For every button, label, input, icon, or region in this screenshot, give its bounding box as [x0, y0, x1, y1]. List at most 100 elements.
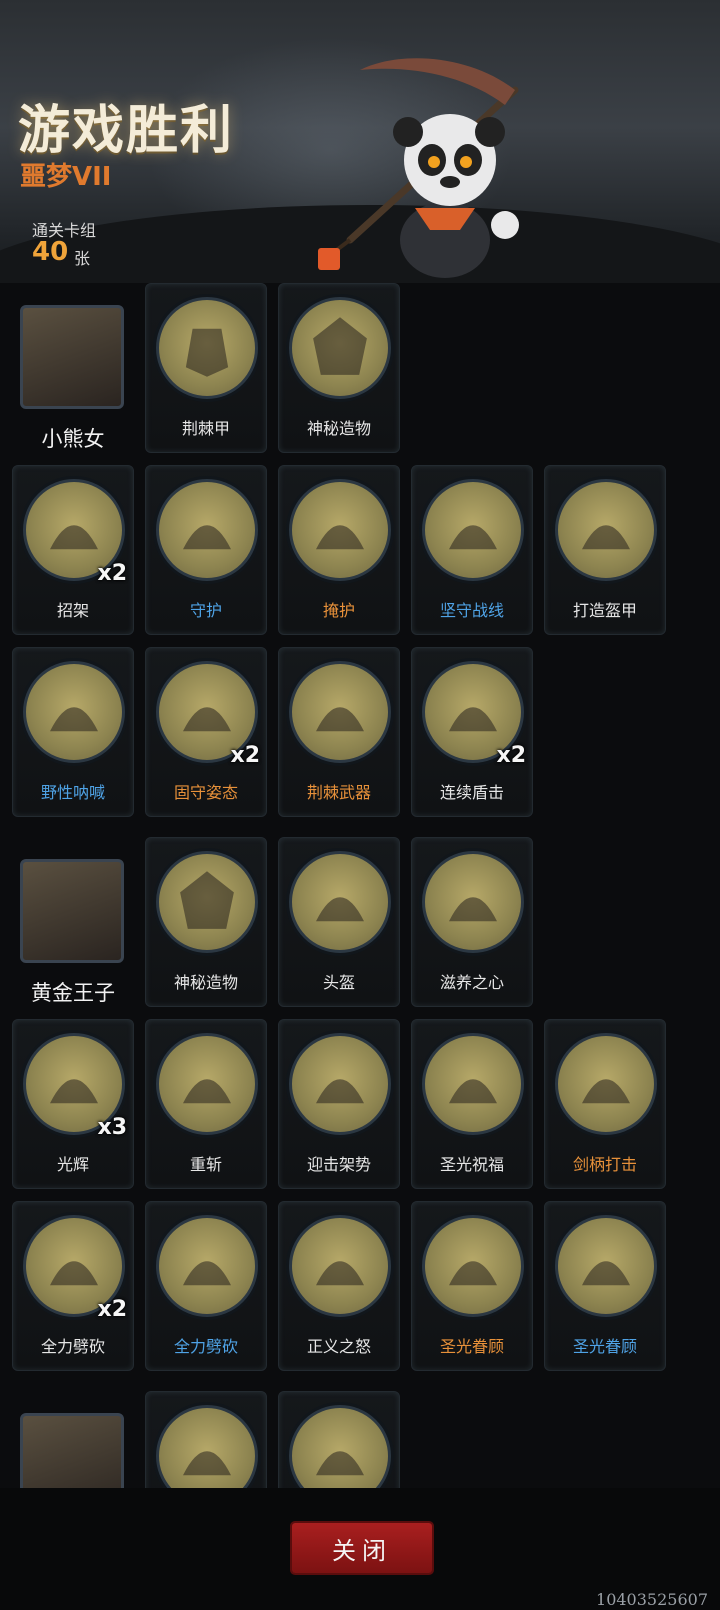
victory-banner: 游戏胜利 噩梦VII 通关卡组 40 张 — [0, 0, 720, 283]
card-name: 固守姿态 — [173, 783, 238, 802]
card-row: 野性呐喊 x2 固守姿态 荆棘武器 x2 连续盾击 — [0, 647, 720, 817]
card-tile[interactable]: 神秘造物 — [145, 837, 267, 1007]
character-tile[interactable] — [12, 1391, 134, 1488]
card-name: 圣光祝福 — [439, 1155, 504, 1174]
heavy-slash-icon — [156, 1033, 258, 1135]
card-tile[interactable]: 打造盔甲 — [544, 465, 666, 635]
deck-count: 40 — [32, 237, 69, 267]
character-name: 黄金王子 — [31, 981, 115, 1005]
character-tile[interactable]: 黄金王子 — [12, 837, 134, 1007]
card-name: 荆棘甲 — [181, 419, 230, 438]
holy-favor-icon — [422, 1215, 524, 1317]
game-id-text: 10403525607 — [596, 1590, 708, 1609]
mystic-artifact-icon — [156, 851, 258, 953]
nurturing-heart-icon — [422, 851, 524, 953]
purple-artifact-icon — [156, 1405, 258, 1488]
card-count-badge: x2 — [97, 1297, 128, 1322]
card-tile[interactable]: 重斩 — [145, 1019, 267, 1189]
victory-title: 游戏胜利 — [18, 101, 235, 161]
card-name: 头盔 — [322, 973, 355, 992]
forge-armor-icon — [555, 479, 657, 581]
card-tile[interactable]: 荆棘武器 — [278, 647, 400, 817]
card-name: 荆棘武器 — [306, 783, 371, 802]
footer-bar: 关闭 10403525607 — [0, 1488, 720, 1610]
card-tile[interactable]: 头盔 — [278, 837, 400, 1007]
card-name: 迎击架势 — [306, 1155, 371, 1174]
deck-card-list[interactable]: 小熊女 荆棘甲 神秘造物 x2 招架 守护 掩护 坚守战线 打造盔甲 野性呐喊 x2 固守姿态 荆棘武器… — [0, 283, 720, 1488]
card-name: 剑柄打击 — [572, 1155, 637, 1174]
card-tile[interactable]: 迎击架势 — [278, 1019, 400, 1189]
card-name: 神秘造物 — [173, 973, 238, 992]
card-name: 神秘造物 — [306, 419, 371, 438]
thorn-weapon-icon — [289, 661, 391, 763]
card-tile[interactable]: 圣光眷顾 — [544, 1201, 666, 1371]
hooded-armor-icon — [156, 297, 258, 399]
card-name: 光辉 — [56, 1155, 89, 1174]
card-tile[interactable]: x2 招架 — [12, 465, 134, 635]
card-tile[interactable]: 神秘造物 — [278, 283, 400, 453]
card-name: 圣光眷顾 — [439, 1337, 504, 1356]
full-cleave-icon — [156, 1215, 258, 1317]
card-tile[interactable]: x2 全力劈砍 — [12, 1201, 134, 1371]
card-row: x3 光辉 重斩 迎击架势 圣光祝福 剑柄打击 — [0, 1019, 720, 1189]
card-tile[interactable]: x3 光辉 — [12, 1019, 134, 1189]
card-tile[interactable]: 圣光祝福 — [411, 1019, 533, 1189]
card-row — [0, 1391, 720, 1488]
card-name: 坚守战线 — [439, 601, 504, 620]
golden-prince-portrait — [20, 859, 124, 963]
card-row: 小熊女 荆棘甲 神秘造物 — [0, 283, 720, 453]
card-tile[interactable]: 正义之怒 — [278, 1201, 400, 1371]
bear-girl-portrait — [20, 305, 124, 409]
difficulty-label: 噩梦VII — [20, 162, 112, 192]
card-tile[interactable]: 坚守战线 — [411, 465, 533, 635]
bear-shield-icon — [156, 479, 258, 581]
card-tile[interactable]: 掩护 — [278, 465, 400, 635]
card-name: 全力劈砍 — [173, 1337, 238, 1356]
card-count-badge: x2 — [230, 743, 261, 768]
character-tile[interactable]: 小熊女 — [12, 283, 134, 453]
card-name: 全力劈砍 — [40, 1337, 105, 1356]
counter-stance-icon — [289, 1033, 391, 1135]
card-count-badge: x3 — [97, 1115, 128, 1140]
card-row: 黄金王子 神秘造物 头盔 滋养之心 — [0, 837, 720, 1007]
card-tile[interactable]: 圣光眷顾 — [411, 1201, 533, 1371]
card-tile[interactable]: 滋养之心 — [411, 837, 533, 1007]
card-name: 野性呐喊 — [40, 783, 105, 802]
card-name: 滋养之心 — [439, 973, 504, 992]
hilt-strike-icon — [555, 1033, 657, 1135]
card-name: 掩护 — [322, 601, 355, 620]
card-tile[interactable]: 剑柄打击 — [544, 1019, 666, 1189]
card-tile[interactable]: x2 固守姿态 — [145, 647, 267, 817]
card-row: x2 招架 守护 掩护 坚守战线 打造盔甲 — [0, 465, 720, 635]
card-row: x2 全力劈砍 全力劈砍 正义之怒 圣光眷顾 圣光眷顾 — [0, 1201, 720, 1371]
wild-roar-icon — [23, 661, 125, 763]
card-count-badge: x2 — [97, 561, 128, 586]
pink-hair-portrait — [20, 1413, 124, 1488]
panda-reaper-mascot-icon — [318, 58, 519, 278]
holy-favor-icon — [555, 1215, 657, 1317]
card-name: 重斩 — [189, 1155, 222, 1174]
card-tile[interactable]: 全力劈砍 — [145, 1201, 267, 1371]
bear-helmet-icon — [289, 851, 391, 953]
card-name: 招架 — [56, 601, 89, 620]
card-tile[interactable]: 野性呐喊 — [12, 647, 134, 817]
mystic-artifact-icon — [289, 297, 391, 399]
card-name: 打造盔甲 — [572, 601, 637, 620]
deck-count-unit: 张 — [74, 249, 91, 268]
card-tile[interactable] — [278, 1391, 400, 1488]
card-tile[interactable]: 守护 — [145, 465, 267, 635]
blue-swirl-icon — [289, 1405, 391, 1488]
knight-blessing-icon — [422, 1033, 524, 1135]
card-tile[interactable]: x2 连续盾击 — [411, 647, 533, 817]
card-tile[interactable]: 荆棘甲 — [145, 283, 267, 453]
card-name: 圣光眷顾 — [572, 1337, 637, 1356]
close-button[interactable]: 关闭 — [292, 1523, 432, 1573]
card-tile[interactable] — [145, 1391, 267, 1488]
character-name: 小熊女 — [41, 427, 105, 451]
card-name: 连续盾击 — [439, 783, 504, 802]
card-name: 正义之怒 — [306, 1337, 371, 1356]
card-name: 守护 — [189, 601, 222, 620]
card-count-badge: x2 — [496, 743, 527, 768]
righteous-fury-icon — [289, 1215, 391, 1317]
spiked-shield-icon — [422, 479, 524, 581]
